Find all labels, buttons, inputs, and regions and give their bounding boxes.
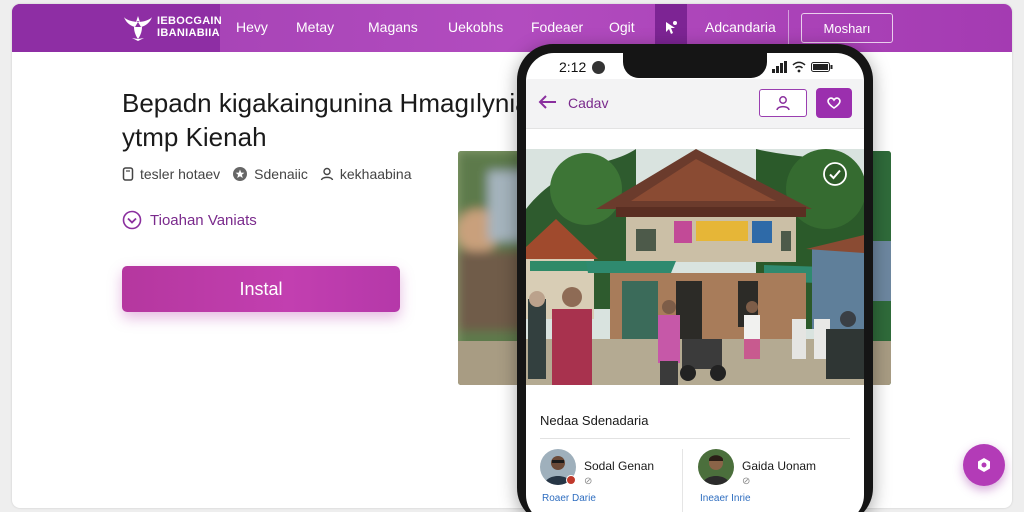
person-icon <box>320 167 334 181</box>
chat-bubble-icon <box>978 458 990 472</box>
meta-developer: tesler hotaev <box>122 166 220 182</box>
meta-rating-label: Sdenaiic <box>254 166 308 182</box>
meta-rating: Sdenaiic <box>232 166 308 182</box>
contact-name: Sodal Genan <box>584 459 655 473</box>
status-bar-icons <box>772 61 833 73</box>
avatar <box>698 449 734 485</box>
profile-button[interactable] <box>759 89 807 117</box>
contact-subtitle: ⊘ <box>584 476 593 487</box>
online-status-badge <box>566 475 576 485</box>
avatar-photo-icon <box>698 449 734 485</box>
battery-icon <box>811 62 833 72</box>
heart-plus-icon <box>827 97 841 109</box>
signal-icon <box>772 61 787 73</box>
contact-card[interactable]: Gaida Uonam ⊘ Ineaer Inrie <box>698 449 848 512</box>
brand-logo[interactable]: IEBOCGAIN IBANIABIIA <box>12 4 222 52</box>
check-circle-icon[interactable] <box>822 161 848 187</box>
user-icon <box>776 96 790 111</box>
cursor-click-icon <box>666 21 677 34</box>
nav-item-1[interactable]: Hevy <box>236 19 268 35</box>
feature-link[interactable]: Tioahan Vaniats <box>122 210 257 230</box>
back-arrow-icon[interactable] <box>538 94 558 110</box>
page-title-line-1: Bepadn kigakaingunina Hmagılynia <box>122 88 530 118</box>
contact-link[interactable]: Ineaer Inrie <box>700 493 751 504</box>
nav-item-5[interactable]: Fodeaer <box>531 19 583 35</box>
nav-item-6[interactable]: Ogit <box>609 19 635 35</box>
nav-item-highlight[interactable]: Adcandaria <box>705 19 776 35</box>
meta-developer-label: tesler hotaev <box>140 166 221 182</box>
top-nav: IEBOCGAIN IBANIABIIA Hevy Metay Magans U… <box>12 4 1012 52</box>
nav-item-2[interactable]: Metay <box>296 19 334 35</box>
page-title-line-2: ytmp Kienah <box>122 122 267 152</box>
garuda-emblem-icon <box>124 16 152 41</box>
status-time-label: 2:12 <box>559 59 587 75</box>
meta-audience-label: kekhaabina <box>339 166 412 182</box>
contact-column-divider <box>682 449 683 512</box>
section-divider <box>540 438 850 439</box>
contact-subtitle: ⊘ <box>742 476 751 487</box>
status-bar-time: 2:12 <box>559 59 606 75</box>
install-button[interactable]: Instal <box>122 266 400 312</box>
nav-divider <box>788 10 789 46</box>
wifi-icon <box>792 61 806 73</box>
phone-mockup: 2:12 Cadav Nedaa Sdenadaria Sodal Genan … <box>517 44 873 512</box>
device-icon <box>122 167 134 181</box>
feature-link-label: Tioahan Vaniats <box>150 211 257 229</box>
brand-line-2: IBANIABIIA <box>157 27 220 39</box>
app-action-button[interactable] <box>816 88 852 118</box>
nav-item-3[interactable]: Magans <box>368 19 418 35</box>
nav-login-button[interactable]: Mosharı <box>801 13 893 43</box>
app-header-title: Cadav <box>568 95 609 111</box>
meta-audience: kekhaabina <box>320 166 412 182</box>
contact-name: Gaida Uonam <box>742 459 817 473</box>
chevron-down-circle-icon <box>122 210 142 230</box>
section-title: Nedaa Sdenadaria <box>540 413 649 428</box>
star-badge-icon <box>233 167 248 181</box>
nav-item-4[interactable]: Uekobhs <box>448 19 503 35</box>
brand-line-1: IEBOCGAIN <box>157 15 223 27</box>
app-header: Cadav <box>526 79 864 129</box>
contact-link[interactable]: Roaer Darie <box>542 493 596 504</box>
village-photo <box>526 149 864 385</box>
chat-fab-button[interactable] <box>963 444 1005 486</box>
phone-notch <box>623 53 767 78</box>
app-meta-row: tesler hotaev Sdenaiic kekhaabina <box>122 166 424 182</box>
page-title: Bepadn kigakaingunina Hmagılynia ytmp Ki… <box>122 86 542 154</box>
village-scene-image <box>526 149 864 385</box>
brand-name: IEBOCGAIN IBANIABIIA <box>157 15 222 39</box>
status-indicator-icon <box>592 60 606 74</box>
contact-card[interactable]: Sodal Genan ⊘ Roaer Darie <box>540 449 690 512</box>
phone-screen: 2:12 Cadav Nedaa Sdenadaria Sodal Genan … <box>526 53 864 512</box>
